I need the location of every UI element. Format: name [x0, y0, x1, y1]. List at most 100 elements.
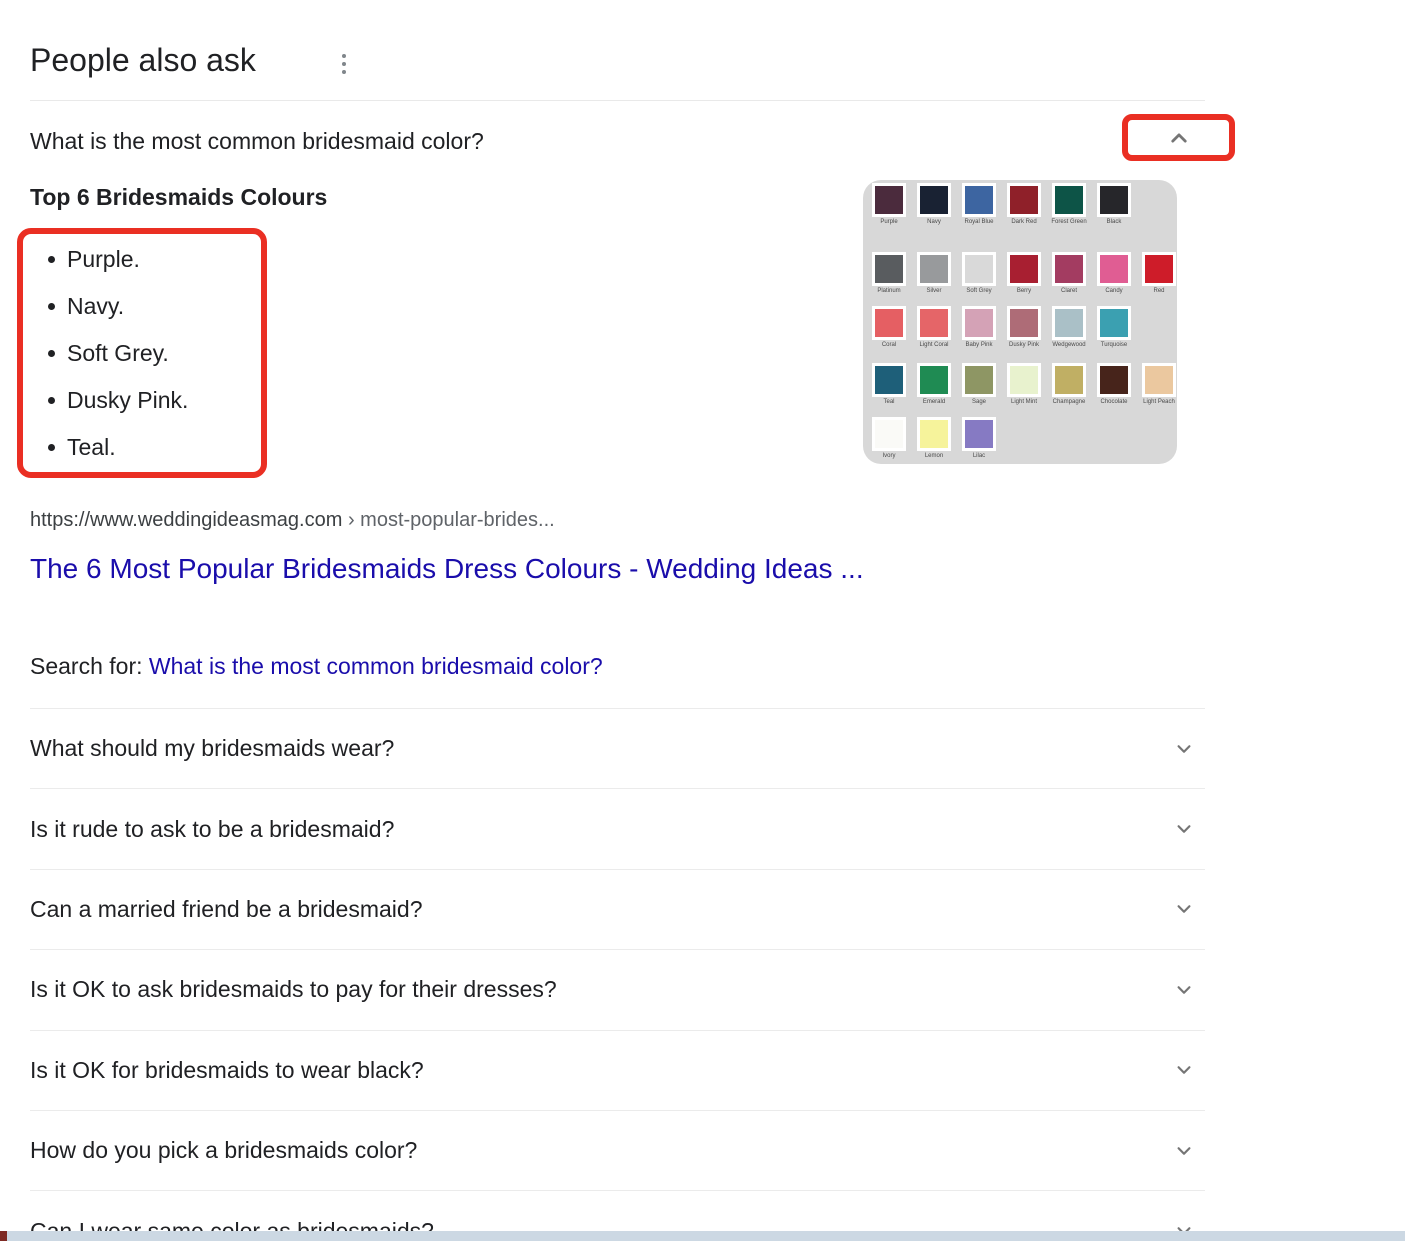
bridesmaid-colors-thumbnail-image[interactable]: Purple Navy Royal Blue Dark Red Forest Green… — [863, 180, 1177, 464]
search-for-link[interactable]: What is the most common bridesmaid color… — [149, 653, 603, 679]
related-questions-list: What should my bridesmaids wear? Is it r… — [0, 708, 1405, 1241]
search-results-page: People also ask What is the most common … — [0, 0, 1405, 1241]
swatch-color-square — [1007, 363, 1041, 397]
search-for-line: Search for: What is the most common brid… — [30, 651, 603, 681]
swatch-label: Red — [1153, 287, 1164, 295]
swatch-label: Turquoise — [1101, 341, 1127, 349]
color-swatch-silver: Silver — [917, 252, 951, 295]
color-swatch-wedgewood: Wedgewood — [1052, 306, 1086, 349]
color-swatch-lemon: Lemon — [917, 417, 951, 460]
swatch-color-square — [962, 417, 996, 451]
answer-list-item: Teal. — [30, 424, 188, 471]
swatch-color-square — [872, 183, 906, 217]
breadcrumb-separator: › — [348, 509, 360, 531]
swatch-color-square — [1142, 363, 1176, 397]
swatch-label: Light Peach — [1143, 398, 1175, 406]
swatch-color-square — [917, 363, 951, 397]
swatch-color-square — [1007, 306, 1041, 340]
swatch-color-square — [917, 417, 951, 451]
swatch-label: Forest Green — [1051, 218, 1086, 226]
answer-list-item: Dusky Pink. — [30, 377, 188, 424]
swatch-label: Black — [1107, 218, 1122, 226]
swatch-color-square — [1097, 183, 1131, 217]
breadcrumb-path: most-popular-brides... — [360, 509, 555, 531]
chevron-down-icon[interactable] — [1171, 736, 1197, 762]
color-swatch-claret: Claret — [1052, 252, 1086, 295]
chevron-down-icon[interactable] — [1171, 896, 1197, 922]
answer-bullet-list: Purple. Navy. Soft Grey. Dusky Pink. Tea… — [30, 236, 188, 471]
chevron-down-icon[interactable] — [1171, 1057, 1197, 1083]
bottom-edge-strip-left-sliver — [0, 1231, 7, 1241]
swatch-color-square — [1052, 252, 1086, 286]
swatch-color-square — [1007, 252, 1041, 286]
chevron-down-icon[interactable] — [1171, 977, 1197, 1003]
breadcrumb[interactable]: https://www.weddingideasmag.com › most-p… — [30, 509, 555, 532]
color-swatch-ivory: Ivory — [872, 417, 906, 460]
kebab-dot — [342, 62, 346, 66]
swatch-label: Dark Red — [1011, 218, 1036, 226]
related-question-text: Is it OK to ask bridesmaids to pay for t… — [30, 976, 557, 1003]
swatch-label: Lemon — [925, 452, 943, 460]
swatch-row: IvoryLemonLilac — [872, 417, 996, 460]
swatch-color-square — [962, 183, 996, 217]
color-swatch-black: Black — [1097, 183, 1131, 226]
kebab-menu-icon[interactable] — [338, 50, 350, 78]
swatch-color-square — [1142, 252, 1176, 286]
color-swatch-light-peach: Light Peach — [1142, 363, 1176, 406]
color-swatch-baby-pink: Baby Pink — [962, 306, 996, 349]
swatch-row: CoralLight CoralBaby PinkDusky PinkWedge… — [872, 306, 1131, 349]
related-question-text: Is it rude to ask to be a bridesmaid? — [30, 816, 394, 843]
related-question-row[interactable]: Is it OK for bridesmaids to wear black? — [30, 1030, 1205, 1110]
kebab-dot — [342, 70, 346, 74]
search-for-label: Search for: — [30, 653, 143, 679]
color-swatch-dusky-pink: Dusky Pink — [1007, 306, 1041, 349]
result-title-link[interactable]: The 6 Most Popular Bridesmaids Dress Col… — [30, 551, 864, 587]
color-swatch-platinum: Platinum — [872, 252, 906, 295]
swatch-color-square — [1097, 306, 1131, 340]
swatch-color-square — [872, 252, 906, 286]
swatch-color-square — [1052, 183, 1086, 217]
swatch-color-square — [917, 252, 951, 286]
color-swatch-emerald: Emerald — [917, 363, 951, 406]
swatch-color-square — [962, 363, 996, 397]
swatch-color-square — [872, 363, 906, 397]
chevron-down-icon[interactable] — [1171, 816, 1197, 842]
swatch-color-square — [872, 417, 906, 451]
swatch-label: Baby Pink — [965, 341, 992, 349]
swatch-label: Royal Blue — [964, 218, 993, 226]
related-question-row[interactable]: Is it rude to ask to be a bridesmaid? — [30, 788, 1205, 868]
breadcrumb-domain: https://www.weddingideasmag.com — [30, 509, 342, 531]
kebab-dot — [342, 54, 346, 58]
chevron-down-icon[interactable] — [1171, 1138, 1197, 1164]
swatch-color-square — [1007, 183, 1041, 217]
swatch-label: Emerald — [923, 398, 945, 406]
related-question-row[interactable]: Can a married friend be a bridesmaid? — [30, 869, 1205, 949]
swatch-color-square — [917, 306, 951, 340]
swatch-color-square — [962, 252, 996, 286]
related-question-text: How do you pick a bridesmaids color? — [30, 1137, 417, 1164]
related-question-row[interactable]: How do you pick a bridesmaids color? — [30, 1110, 1205, 1190]
related-question-text: Can a married friend be a bridesmaid? — [30, 896, 422, 923]
swatch-color-square — [1052, 363, 1086, 397]
swatch-label: Wedgewood — [1052, 341, 1085, 349]
related-question-row[interactable]: What should my bridesmaids wear? — [30, 708, 1205, 788]
color-swatch-purple: Purple — [872, 183, 906, 226]
expanded-question-text[interactable]: What is the most common bridesmaid color… — [30, 126, 484, 156]
color-swatch-coral: Coral — [872, 306, 906, 349]
color-swatch-champagne: Champagne — [1052, 363, 1086, 406]
swatch-row: Platinum Silver Soft Grey Berry Claret Candy R… — [872, 252, 1176, 295]
swatch-label: Ivory — [882, 452, 895, 460]
swatch-color-square — [1097, 363, 1131, 397]
swatch-label: Teal — [883, 398, 894, 406]
swatch-color-square — [1052, 306, 1086, 340]
color-swatch-chocolate: Chocolate — [1097, 363, 1131, 406]
related-question-row[interactable]: Is it OK to ask bridesmaids to pay for t… — [30, 949, 1205, 1029]
color-swatch-turquoise: Turquoise — [1097, 306, 1131, 349]
swatch-label: Soft Grey — [966, 287, 991, 295]
swatch-label: Berry — [1017, 287, 1031, 295]
chevron-up-icon[interactable] — [1164, 123, 1194, 153]
answer-heading: Top 6 Bridesmaids Colours — [30, 184, 327, 211]
swatch-label: Navy — [927, 218, 941, 226]
answer-list-item: Purple. — [30, 236, 188, 283]
color-swatch-candy: Candy — [1097, 252, 1131, 295]
